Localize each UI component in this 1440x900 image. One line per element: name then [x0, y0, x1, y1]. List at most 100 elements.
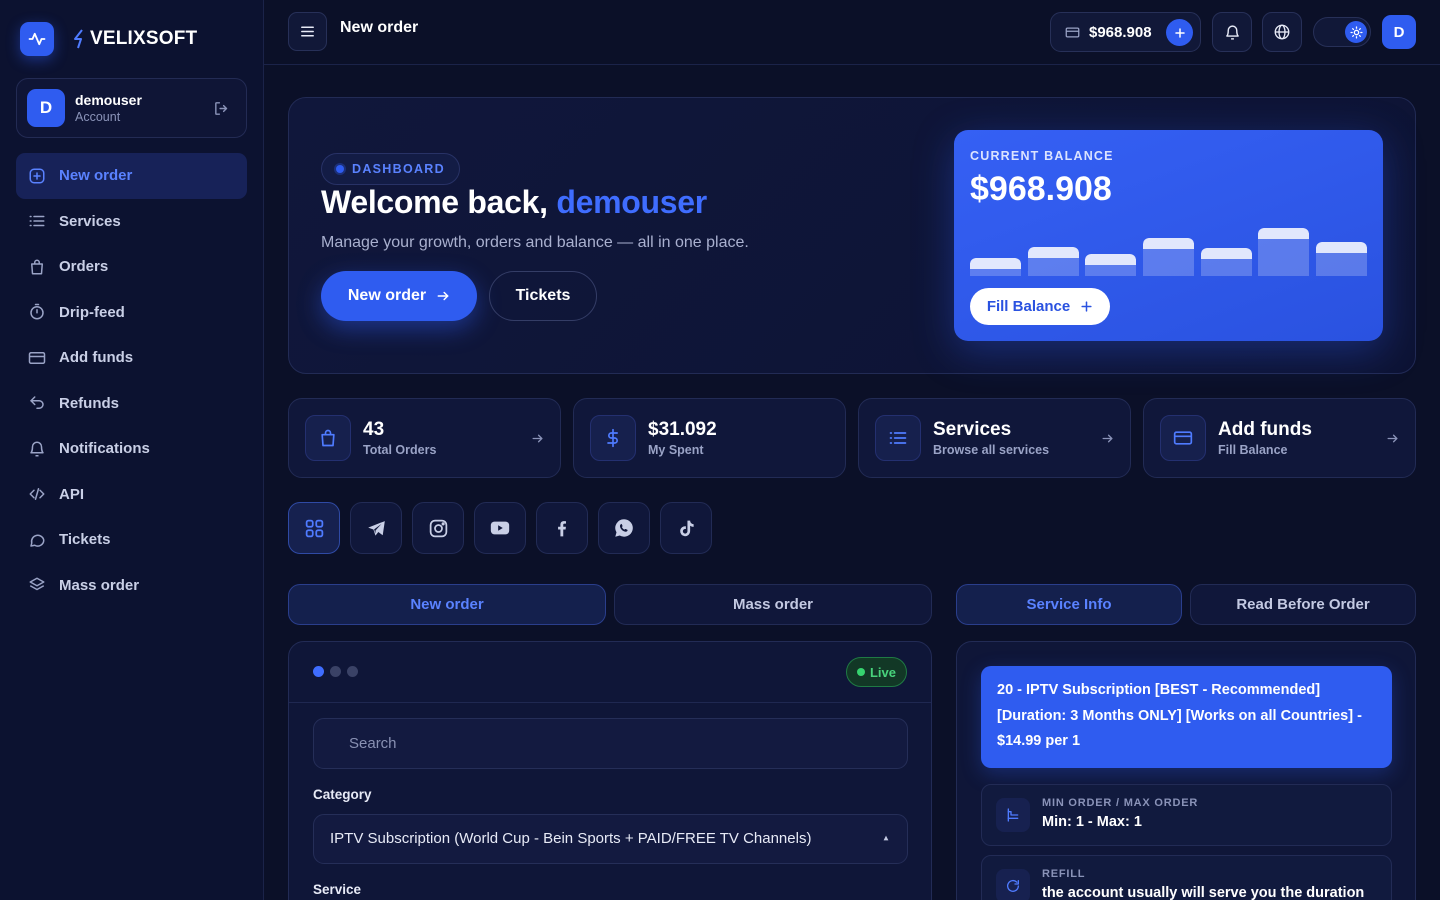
sidebar-item-label: Drip-feed — [59, 303, 125, 321]
menu-button[interactable] — [288, 12, 327, 51]
sidebar-item-label: Refunds — [59, 394, 119, 412]
globe-icon — [1274, 24, 1290, 40]
category-select[interactable]: IPTV Subscription (World Cup - Bein Spor… — [313, 814, 908, 864]
category-label: Category — [313, 787, 372, 802]
sidebar-item-add-funds[interactable]: Add funds — [16, 335, 247, 381]
tab-service-info[interactable]: Service Info — [956, 584, 1182, 625]
info-key: MIN ORDER / MAX ORDER — [1042, 797, 1199, 809]
bolt-icon — [74, 29, 83, 49]
list-icon — [29, 216, 45, 227]
divider — [289, 702, 931, 703]
fill-balance-button[interactable]: Fill Balance — [970, 288, 1110, 325]
balance-bar — [1027, 247, 1079, 276]
service-info-panel: 20 - IPTV Subscription [BEST - Recommend… — [956, 641, 1416, 900]
filter-youtube-button[interactable] — [474, 502, 526, 554]
sidebar-item-services[interactable]: Services — [16, 199, 247, 245]
credit-card-icon — [1160, 415, 1206, 461]
stat-total-orders[interactable]: 43 Total Orders — [288, 398, 561, 478]
page-title: New order — [340, 19, 419, 36]
sidebar-item-notifications[interactable]: Notifications — [16, 426, 247, 472]
balance-pill[interactable]: $968.908 — [1050, 12, 1201, 52]
account-subtitle: Account — [75, 110, 121, 124]
search-input[interactable]: Search — [313, 718, 908, 769]
info-refill: REFILL the account usually will serve yo… — [981, 855, 1392, 900]
bell-icon — [1225, 24, 1239, 40]
welcome-name: demouser — [556, 184, 707, 220]
tab-new-order[interactable]: New order — [288, 584, 606, 625]
sidebar-item-new-order[interactable]: New order — [16, 153, 247, 199]
filter-instagram-button[interactable] — [412, 502, 464, 554]
chip-label: DASHBOARD — [352, 162, 445, 176]
info-min-max: MIN ORDER / MAX ORDER Min: 1 - Max: 1 — [981, 784, 1392, 846]
whatsapp-icon — [615, 519, 633, 537]
list-icon — [875, 415, 921, 461]
stat-value: $31.092 — [648, 419, 717, 440]
sidebar-item-label: Notifications — [59, 440, 150, 458]
all-categories-icon — [305, 519, 323, 537]
logout-icon[interactable] — [213, 100, 230, 117]
plus-icon — [1081, 301, 1092, 312]
hero-panel: DASHBOARD Welcome back, demouser Manage … — [288, 97, 1416, 374]
chip-dot — [336, 165, 344, 173]
brand[interactable]: VELIXSOFT — [20, 22, 197, 56]
filter-tiktok-button[interactable] — [660, 502, 712, 554]
sun-icon — [1345, 21, 1367, 43]
stat-add-funds[interactable]: Add funds Fill Balance — [1143, 398, 1416, 478]
hero-subtitle: Manage your growth, orders and balance —… — [321, 234, 749, 251]
caret-up-icon — [883, 835, 889, 841]
shopping-bag-icon — [305, 415, 351, 461]
youtube-icon — [490, 521, 510, 535]
filter-telegram-button[interactable] — [350, 502, 402, 554]
theme-toggle[interactable] — [1313, 17, 1371, 47]
flag-icon — [996, 798, 1030, 832]
sidebar-item-mass-order[interactable]: Mass order — [16, 563, 247, 609]
bell-icon — [30, 441, 44, 457]
sidebar-item-label: New order — [59, 167, 133, 185]
filter-facebook-button[interactable] — [536, 502, 588, 554]
sidebar-item-label: Services — [59, 212, 121, 230]
balance-bar — [1085, 254, 1137, 276]
stat-label: Fill Balance — [1218, 443, 1288, 457]
sidebar-item-label: Add funds — [59, 349, 134, 367]
chat-icon — [30, 534, 45, 547]
topbar: New order $968.908 D — [264, 0, 1440, 65]
arrow-right-icon — [437, 291, 449, 301]
activity-icon — [20, 22, 54, 56]
welcome-heading: Welcome back, demouser — [321, 184, 707, 221]
stat-label: Browse all services — [933, 443, 1050, 457]
filter-all-button[interactable] — [288, 502, 340, 554]
filter-whatsapp-button[interactable] — [598, 502, 650, 554]
stat-services[interactable]: Services Browse all services — [858, 398, 1131, 478]
sidebar: VELIXSOFT D demouser Account New order S… — [0, 0, 264, 900]
stat-label: My Spent — [648, 443, 704, 457]
balance-card-amount: $968.908 — [970, 170, 1112, 208]
tickets-button[interactable]: Tickets — [489, 271, 597, 321]
new-order-button[interactable]: New order — [321, 271, 477, 321]
tab-read-before-order[interactable]: Read Before Order — [1190, 584, 1416, 625]
balance-bar — [1315, 242, 1367, 276]
user-avatar[interactable]: D — [1382, 15, 1416, 49]
language-button[interactable] — [1262, 12, 1302, 52]
info-key: REFILL — [1042, 868, 1086, 880]
sidebar-item-drip-feed[interactable]: Drip-feed — [16, 290, 247, 336]
sidebar-item-refunds[interactable]: Refunds — [16, 381, 247, 427]
telegram-icon — [367, 520, 385, 536]
balance-bar — [970, 258, 1022, 276]
add-balance-button[interactable] — [1166, 19, 1193, 46]
account-card[interactable]: D demouser Account — [16, 78, 247, 138]
balance-amount: $968.908 — [1089, 23, 1152, 41]
sidebar-item-label: Mass order — [59, 576, 140, 594]
sidebar-item-orders[interactable]: Orders — [16, 244, 247, 290]
facebook-icon — [558, 521, 566, 537]
sidebar-item-api[interactable]: API — [16, 472, 247, 518]
notifications-button[interactable] — [1212, 12, 1252, 52]
live-dot — [856, 668, 865, 676]
tab-mass-order[interactable]: Mass order — [614, 584, 932, 625]
sidebar-item-tickets[interactable]: Tickets — [16, 517, 247, 563]
info-value: Min: 1 - Max: 1 — [1042, 814, 1142, 830]
live-label: Live — [869, 664, 896, 680]
balance-bar — [1200, 248, 1252, 276]
new-order-button-label: New order — [347, 287, 427, 304]
live-badge: Live — [845, 657, 907, 687]
dashboard-chip: DASHBOARD — [321, 153, 460, 185]
